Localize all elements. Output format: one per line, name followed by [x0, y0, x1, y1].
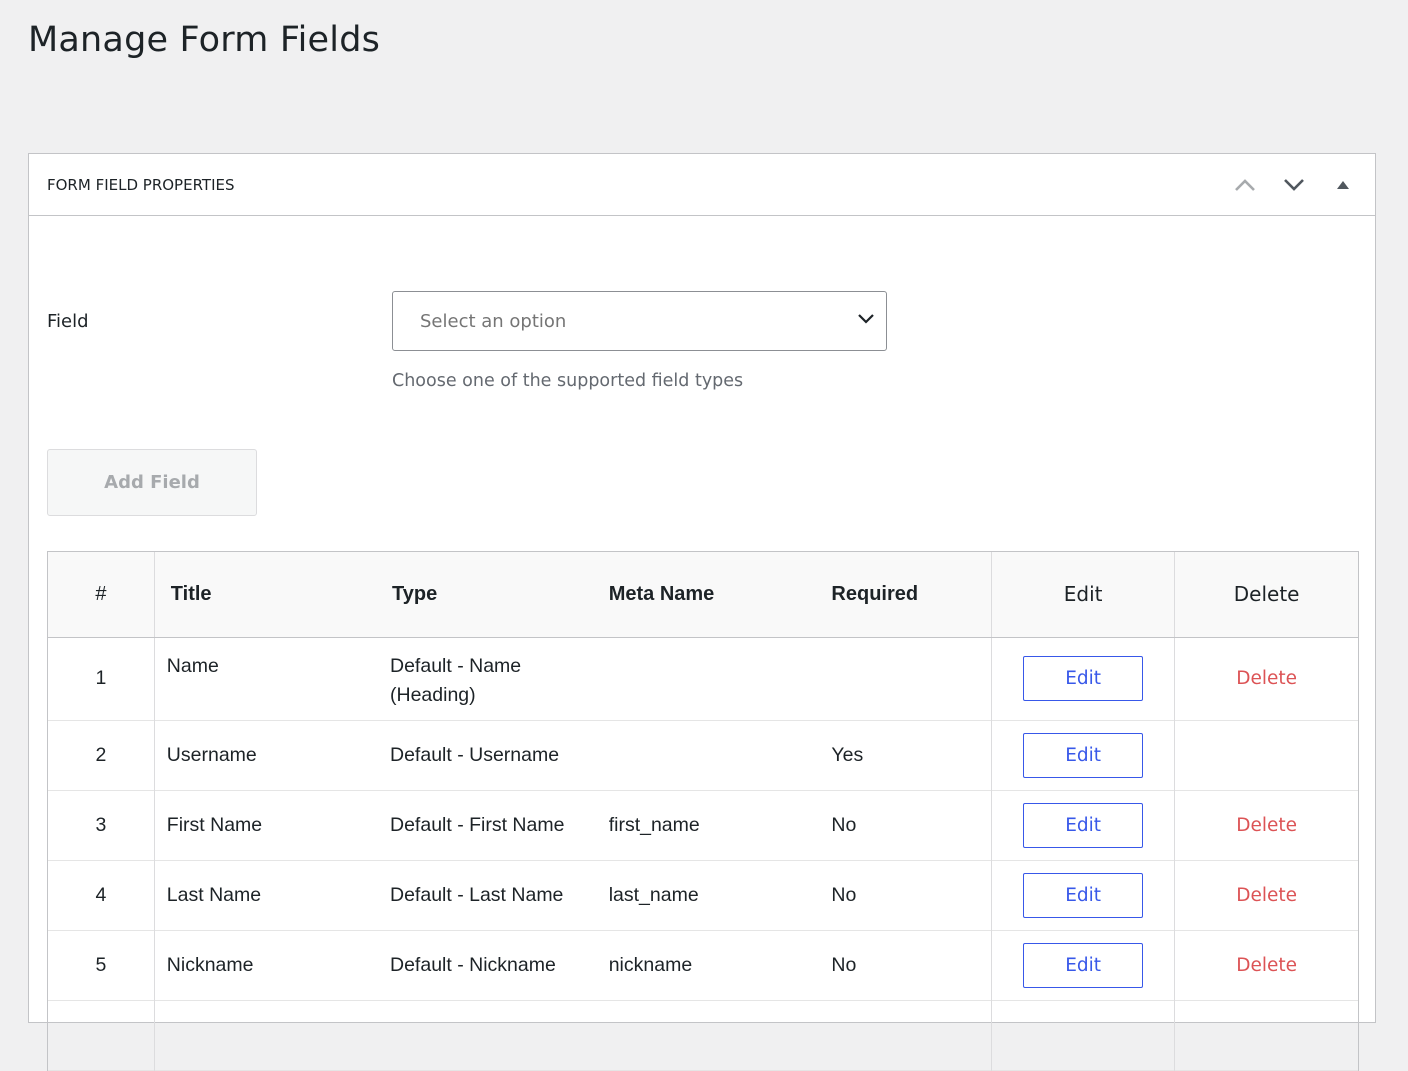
chevron-up-icon	[1235, 179, 1255, 191]
column-header-edit: Edit	[990, 552, 1175, 638]
move-up-button[interactable]	[1227, 170, 1263, 200]
add-field-button[interactable]: Add Field	[47, 449, 257, 516]
field-help-text: Choose one of the supported field types	[392, 371, 744, 391]
row-number: 1	[95, 667, 107, 689]
chevron-down-icon	[1284, 179, 1304, 191]
table-row: 2 Username Default - Username Yes Edit	[48, 720, 1358, 790]
delete-link[interactable]: Delete	[1236, 955, 1297, 976]
row-required: Yes	[831, 743, 864, 766]
table-row: 5 Nickname Default - Nickname nickname N…	[48, 930, 1358, 1000]
delete-link[interactable]: Delete	[1236, 885, 1297, 906]
edit-button[interactable]: Edit	[1023, 656, 1144, 701]
page-title: Manage Form Fields	[28, 20, 381, 60]
table-header-row: # Title Type Meta Name Required Edit Del…	[48, 552, 1358, 638]
row-type: Default - Username	[390, 743, 560, 766]
table-row: 3 First Name Default - First Name first_…	[48, 790, 1358, 860]
row-edit-cell: Edit	[990, 637, 1175, 720]
row-required: No	[831, 883, 857, 906]
edit-button[interactable]: Edit	[1023, 942, 1144, 988]
chevron-down-icon	[858, 314, 874, 324]
move-down-button[interactable]	[1276, 170, 1312, 200]
row-number: 5	[95, 953, 107, 976]
table-row: 4 Last Name Default - Last Name last_nam…	[48, 860, 1358, 930]
row-title: Last Name	[153, 860, 376, 930]
row-delete-cell: Delete	[1174, 860, 1358, 930]
row-edit-cell: Edit	[990, 790, 1175, 860]
row-type: Default - Name (Heading)	[390, 654, 522, 706]
row-meta-name: nickname	[608, 953, 693, 976]
column-header-delete: Delete	[1174, 552, 1358, 638]
row-number: 2	[95, 743, 107, 766]
row-meta-name	[598, 720, 820, 790]
row-delete-cell	[1174, 720, 1358, 790]
column-header-meta-name: Meta Name	[597, 552, 820, 638]
row-type: Default - First Name	[390, 813, 565, 836]
column-header-type: Type	[376, 552, 598, 638]
row-title: Name	[153, 637, 376, 720]
toggle-panel-button[interactable]	[1325, 170, 1361, 200]
field-label: Field	[47, 311, 89, 332]
column-header-number: #	[48, 552, 155, 638]
row-number: 3	[95, 813, 107, 836]
edit-button[interactable]: Edit	[1023, 802, 1144, 848]
column-header-required: Required	[819, 552, 992, 638]
row-required: No	[831, 813, 857, 836]
row-delete-cell: Delete	[1174, 930, 1358, 1000]
row-required: No	[831, 953, 857, 976]
triangle-up-icon	[1337, 181, 1349, 189]
column-header-title: Title	[153, 552, 376, 638]
row-title: First Name	[153, 790, 376, 860]
table-row	[48, 1000, 1358, 1070]
row-edit-cell: Edit	[990, 930, 1175, 1000]
row-title: Username	[153, 720, 376, 790]
row-type: Default - Last Name	[390, 883, 564, 906]
select-placeholder: Select an option	[420, 311, 567, 332]
row-delete-cell: Delete	[1174, 790, 1358, 860]
table-row: 1 Name Default - Name (Heading) Edit Del…	[48, 637, 1358, 720]
row-number: 4	[95, 883, 107, 906]
form-field-properties-panel: FORM FIELD PROPERTIES Field Select an op…	[28, 153, 1376, 1071]
field-type-select[interactable]: Select an option	[392, 291, 887, 351]
panel-header-actions	[1214, 170, 1361, 200]
panel-header: FORM FIELD PROPERTIES	[29, 154, 1375, 216]
panel-title: FORM FIELD PROPERTIES	[47, 176, 235, 194]
row-edit-cell: Edit	[990, 860, 1175, 930]
row-edit-cell: Edit	[990, 720, 1175, 790]
fields-table: # Title Type Meta Name Required Edit Del…	[47, 551, 1359, 1071]
edit-button[interactable]: Edit	[1023, 872, 1144, 918]
row-delete-cell: Delete	[1174, 637, 1358, 720]
delete-link[interactable]: Delete	[1236, 668, 1297, 689]
row-meta-name: first_name	[608, 813, 700, 836]
row-title: Nickname	[153, 930, 376, 1000]
row-meta-name: last_name	[608, 883, 699, 906]
edit-button[interactable]: Edit	[1023, 732, 1144, 778]
row-type: Default - Nickname	[390, 953, 556, 976]
row-required	[819, 637, 991, 720]
delete-link[interactable]: Delete	[1236, 815, 1297, 836]
row-meta-name	[598, 637, 820, 720]
